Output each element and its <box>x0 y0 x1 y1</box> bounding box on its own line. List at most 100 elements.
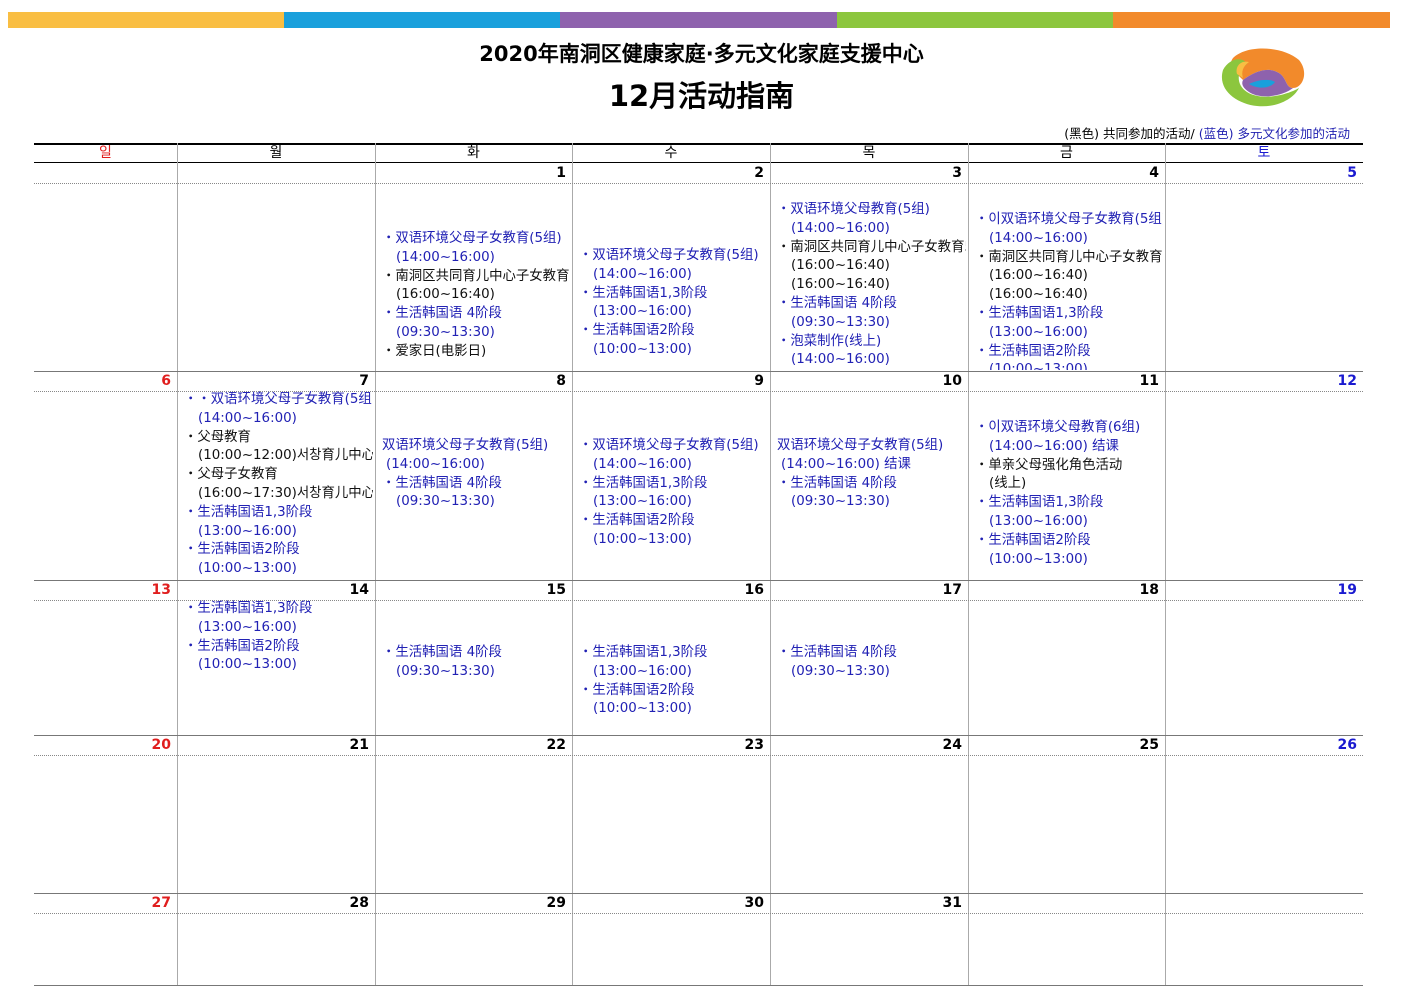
day-events: ・生活韩国语 4阶段 (09:30~13:30) <box>382 644 570 734</box>
event-item: ・双语环境父母子女教育(5组) (14:00~16:00) <box>579 247 768 285</box>
event-time: (09:30~13:30) <box>396 324 495 340</box>
day-number: 4 <box>1149 165 1159 181</box>
day-number: 18 <box>1139 582 1159 598</box>
event-time: (13:00~16:00) <box>593 663 692 679</box>
weekday-header-fri: 금 <box>1060 145 1073 161</box>
event-item: ・生活韩国语2阶段 (10:00~13:00) <box>184 541 373 579</box>
event-time: (16:00~16:40) <box>396 287 495 303</box>
event-title: ・生活韩国语 4阶段 <box>382 645 502 660</box>
day-events: ・生活韩国语 4阶段 (09:30~13:30) <box>777 644 966 734</box>
event-time: (13:00~16:00) <box>989 324 1088 340</box>
event-time: (14:00~16:00) <box>791 220 890 236</box>
event-title: ・南洞区共同育儿中心子女教育6 <box>975 249 1163 265</box>
event-item: ・南洞区共同育儿中心子女教育6 (16:00~16:40) (16:00~16:40… <box>975 249 1163 305</box>
event-title: ・生活韩国语 4阶段 <box>382 475 502 491</box>
grid-line <box>34 183 1363 184</box>
event-item: ・生活韩国语2阶段 (10:00~13:00) <box>579 682 768 720</box>
event-time: (14:00~16:00) <box>593 456 692 472</box>
event-title: ・生活韩国语1,3阶段 <box>184 601 313 616</box>
page-subtitle: 12月活动指南 <box>608 79 795 113</box>
grid-line <box>770 143 771 986</box>
grid-line <box>1165 143 1166 986</box>
event-time: (14:00~16:00) <box>386 456 485 472</box>
event-item: ・父母子女教育 (16:00~17:30)서창育儿中心 <box>184 466 373 504</box>
day-number <box>1165 894 1357 912</box>
event-item: ・父母教育 (10:00~12:00)서창育儿中心 <box>184 429 373 467</box>
event-item: ・生活韩国语 4阶段 (09:30~13:30) <box>382 475 570 513</box>
event-time: (14:00~16:00) <box>791 352 890 368</box>
event-title: ・生活韩国语1,3阶段 <box>975 305 1104 321</box>
event-time: (13:00~16:00) <box>198 619 297 635</box>
event-item: 双语环境父母子女教育(5组) (14:00~16:00) 结课 <box>777 437 966 475</box>
event-item: ・南洞区共同育儿中心子女教育5 (16:00~16:40) (16:00~16:40… <box>777 239 966 295</box>
grid-line <box>572 143 573 986</box>
grid-line <box>34 985 1363 986</box>
event-item: ・生活韩国语1,3阶段 (13:00~16:00) <box>975 494 1163 532</box>
event-title: ・生活韩国语2阶段 <box>975 343 1091 359</box>
header-stripe-purple <box>560 12 837 28</box>
event-title: ・이双语环境父母子女教育(5组) <box>975 212 1163 227</box>
event-item: ・生活韩国语2阶段 (10:00~13:00) <box>579 512 768 550</box>
event-item: ・・双语环境父母子女教育(5组) (14:00~16:00) <box>184 391 373 429</box>
legend-blue-label: (蓝色) <box>1198 126 1234 141</box>
event-item: ・爱家日(电影日) <box>382 343 570 362</box>
event-time: (13:00~16:00) <box>593 304 692 320</box>
event-item: ・生活韩国语2阶段 (10:00~13:00) <box>975 343 1163 370</box>
weekday-header-sun: 일 <box>99 145 112 161</box>
header-stripe-orange <box>1113 12 1390 28</box>
day-number <box>34 164 171 182</box>
day-number: 3 <box>952 165 962 181</box>
event-time: (10:00~13:00) <box>593 701 692 717</box>
day-number: 9 <box>754 373 764 389</box>
legend-black-label: (黑色) <box>1064 126 1100 141</box>
day-number <box>177 164 369 182</box>
day-events: ・双语环境父母子女教育(5组) (14:00~16:00) ・南洞区共同育儿中心子女… <box>382 230 570 370</box>
day-number: 27 <box>151 895 171 911</box>
day-number <box>968 894 1159 912</box>
day-number: 10 <box>942 373 962 389</box>
event-item: ・双语环境父母子女教育(5组) (14:00~16:00) <box>579 437 768 475</box>
day-number: 14 <box>349 582 369 598</box>
page-title: 2020年南洞区健康家庭·多元文化家庭支援中心 <box>479 42 924 66</box>
event-title: ・生活韩国语2阶段 <box>975 532 1091 548</box>
day-number: 31 <box>942 895 962 911</box>
event-time: (16:00~16:40) <box>989 268 1088 284</box>
event-item: ・单亲父母强化角色活动 (线上) <box>975 457 1163 495</box>
event-item: ・南洞区共同育儿中心子女教育4 (16:00~16:40) <box>382 268 570 306</box>
weekday-header-wed: 수 <box>664 145 678 161</box>
event-time: (13:00~16:00) <box>198 523 297 539</box>
day-number: 1 <box>556 165 566 181</box>
event-title: ・南洞区共同育儿中心子女教育4 <box>382 268 570 284</box>
event-title: ・泡菜制作(线上) <box>777 333 882 349</box>
day-number: 20 <box>151 737 171 753</box>
event-time: (14:00~16:00) <box>989 230 1088 246</box>
day-events: 双语环境父母子女教育(5组) (14:00~16:00) ・生活韩国语 4阶段 (09… <box>382 437 570 579</box>
event-time: (09:30~13:30) <box>791 314 890 330</box>
event-title: ・生活韩国语 4阶段 <box>382 306 502 322</box>
event-item: ・生活韩国语 4阶段 (09:30~13:30) <box>777 475 966 513</box>
event-time: (16:00~17:30)서창育儿中心 <box>198 485 373 501</box>
grid-line <box>968 143 969 986</box>
event-title: ・生活韩国语1,3阶段 <box>579 645 708 660</box>
day-events: ・双语环境父母子女教育(5组) (14:00~16:00) ・生活韩国语1,3阶段 (… <box>579 437 768 579</box>
event-title: ・双语环境父母子女教育(5组) <box>579 248 759 263</box>
event-title: ・生活韩国语1,3阶段 <box>184 504 313 520</box>
weekday-header-thu: 목 <box>862 145 876 161</box>
day-events: ・双语环境父母子女教育(5组) (14:00~16:00) ・生活韩国语1,3阶段 (… <box>579 247 768 370</box>
event-title: ・生活韩国语2阶段 <box>579 513 695 529</box>
day-events: ・이双语环境父母教育(6组) (14:00~16:00) 结课 ・单亲父母强化角色活… <box>975 419 1163 579</box>
day-number: 13 <box>151 582 171 598</box>
event-title: ・爱家日(电影日) <box>382 343 487 359</box>
day-number: 19 <box>1337 582 1357 598</box>
day-number: 6 <box>161 373 171 389</box>
event-item: ・生活韩国语 4阶段 (09:30~13:30) <box>382 305 570 343</box>
day-events: 双语环境父母子女教育(5组) (14:00~16:00) 结课 ・生活韩国语 4阶段… <box>777 437 966 579</box>
event-time: (14:00~16:00) <box>593 266 692 282</box>
event-time: (09:30~13:30) <box>396 494 495 510</box>
event-title: ・生活韩国语1,3阶段 <box>579 475 708 491</box>
event-item: ・生活韩国语1,3阶段 (13:00~16:00) <box>975 305 1163 343</box>
legend-blue-text: 多元文化参加的活动 <box>1237 126 1350 141</box>
weekday-header-mon: 월 <box>269 145 283 161</box>
day-events: ・生活韩国语1,3阶段 (13:00~16:00) ・生活韩国语2阶段 (10:00~… <box>579 644 768 734</box>
event-time: (10:00~13:00) <box>593 341 692 357</box>
